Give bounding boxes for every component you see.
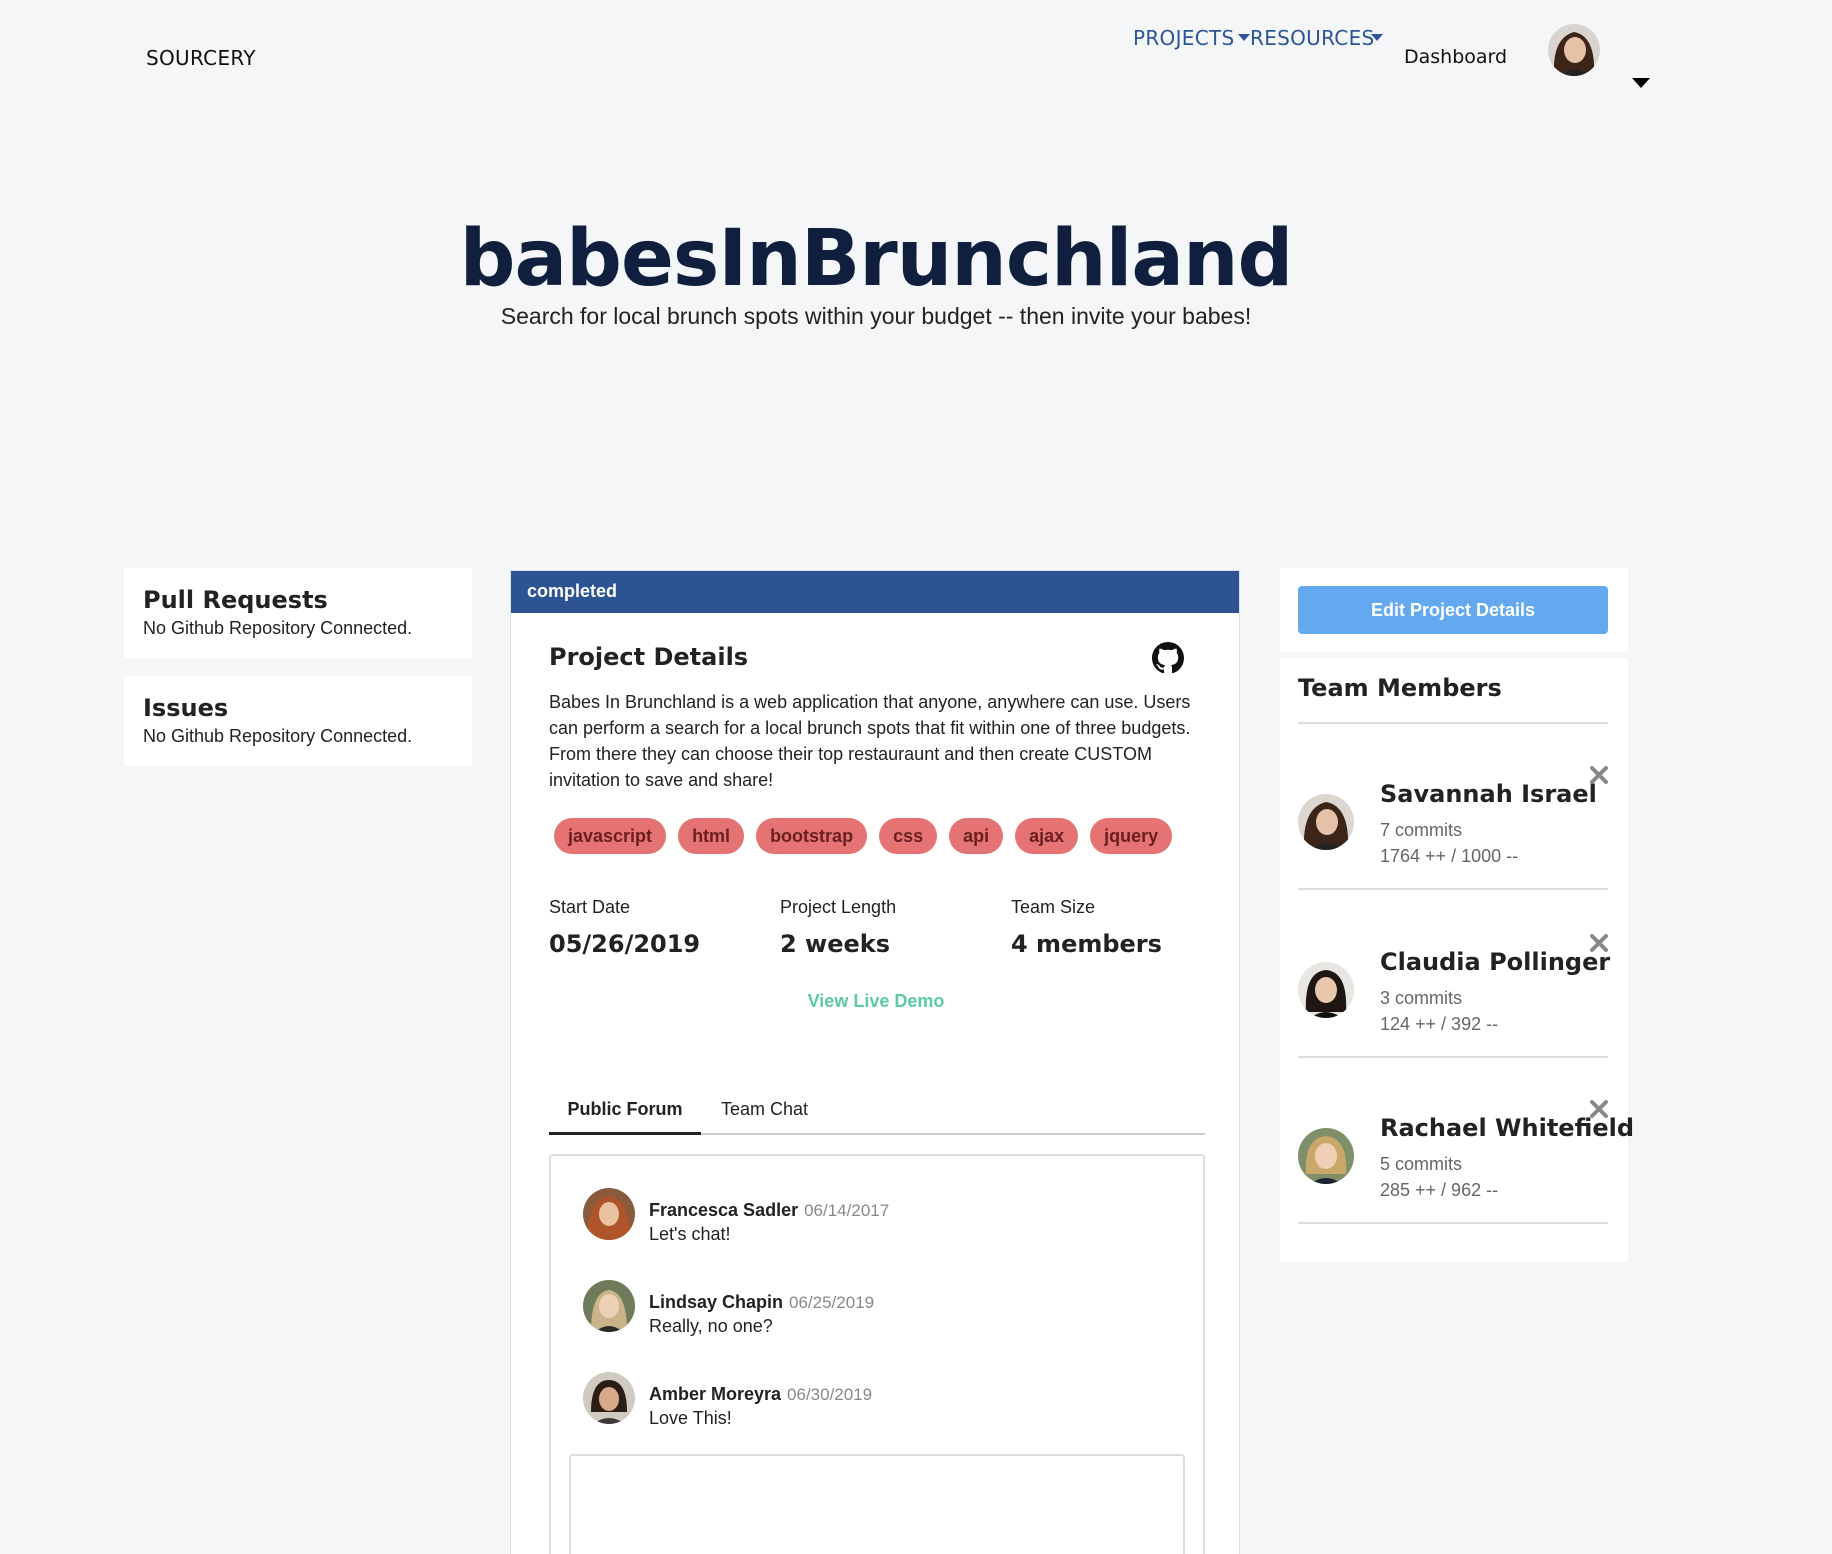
member-name: Claudia Pollinger [1380,948,1611,976]
avatar [1298,794,1354,850]
tech-tags: javascript html bootstrap css api ajax j… [554,818,1173,854]
avatar [583,1280,635,1332]
view-live-demo-link[interactable]: View Live Demo [511,991,1241,1012]
tag-html: html [678,818,745,854]
tab-team-chat[interactable]: Team Chat [721,1091,808,1135]
member-name: Savannah Israel [1380,780,1597,808]
brand-logo[interactable]: SOURCERY [146,46,256,70]
tag-api: api [949,818,1004,854]
divider [1298,722,1608,724]
message-date: 06/14/2017 [804,1201,890,1220]
tag-ajax: ajax [1015,818,1079,854]
user-avatar[interactable] [1548,24,1600,76]
avatar [583,1188,635,1240]
pull-requests-text: No Github Repository Connected. [143,618,413,638]
member-commits: 7 commits [1380,820,1463,840]
message-text: Love This! [649,1408,732,1428]
divider [1298,888,1608,890]
close-icon[interactable] [1588,932,1610,954]
tag-css: css [879,818,938,854]
project-length-label: Project Length [780,897,897,917]
team-member: Rachael Whitefield 5 commits 285 ++ / 96… [1298,1100,1634,1224]
message-text: Let's chat! [649,1224,731,1244]
caret-down-icon[interactable] [1238,34,1250,41]
tab-public-forum[interactable]: Public Forum [549,1091,701,1135]
issues-card: Issues No Github Repository Connected. [124,676,472,766]
edit-card: Edit Project Details [1280,568,1628,652]
nav-projects[interactable]: PROJECTS [1133,26,1235,50]
message-author: Francesca Sadler [649,1200,799,1220]
team-members-title: Team Members [1298,674,1502,702]
team-members-card: Team Members Savannah Israel 7 commits 1… [1280,658,1634,1262]
project-length-stat: Project Length 2 weeks [780,897,896,958]
issues-text: No Github Repository Connected. [143,726,413,746]
caret-down-icon[interactable] [1371,34,1383,41]
start-date-value: 05/26/2019 [549,930,701,958]
project-title: babesInBrunchland [459,214,1294,304]
close-icon[interactable] [1588,764,1610,786]
edit-project-details-button[interactable]: Edit Project Details [1298,586,1608,634]
team-size-label: Team Size [1011,897,1096,917]
divider [1298,1056,1608,1058]
close-icon[interactable] [1588,1098,1610,1120]
github-icon[interactable] [1152,642,1184,674]
pull-requests-card: Pull Requests No Github Repository Conne… [124,568,472,658]
avatar [583,1372,635,1424]
member-lines: 1764 ++ / 1000 -- [1380,846,1519,866]
start-date-stat: Start Date 05/26/2019 [549,897,700,958]
issues-title: Issues [143,694,229,722]
member-commits: 5 commits [1380,1154,1463,1174]
start-date-label: Start Date [549,897,631,917]
message-date: 06/25/2019 [789,1293,875,1312]
tag-javascript: javascript [554,818,667,854]
tag-jquery: jquery [1090,818,1173,854]
forum-tabs: Public Forum Team Chat [549,1091,1205,1135]
avatar [1298,1128,1354,1184]
nav-dashboard[interactable]: Dashboard [1404,46,1507,68]
reply-textarea[interactable] [569,1454,1185,1554]
team-member: Savannah Israel 7 commits 1764 ++ / 1000… [1298,766,1608,890]
user-menu-caret-icon[interactable] [1632,78,1650,88]
tag-bootstrap: bootstrap [756,818,868,854]
message-text: Really, no one? [649,1316,773,1336]
forum-panel: Francesca Sadler 06/14/2017 Let's chat! L… [549,1154,1205,1554]
team-member: Claudia Pollinger 3 commits 124 ++ / 392… [1298,934,1611,1058]
project-description: Babes In Brunchland is a web application… [549,692,1191,790]
project-details-title: Project Details [549,643,749,671]
team-size-stat: Team Size 4 members [1011,897,1162,958]
message-date: 06/30/2019 [787,1385,873,1404]
project-subtitle: Search for local brunch spots within you… [500,303,1252,329]
member-commits: 3 commits [1380,988,1463,1008]
member-lines: 285 ++ / 962 -- [1380,1180,1499,1200]
nav-resources[interactable]: RESOURCES [1250,26,1375,50]
divider [1298,1222,1608,1224]
message-author: Amber Moreyra [649,1384,782,1404]
message-author: Lindsay Chapin [649,1292,784,1312]
member-lines: 124 ++ / 392 -- [1380,1014,1499,1034]
team-size-value: 4 members [1011,930,1162,958]
status-badge: completed [511,571,1239,613]
project-length-value: 2 weeks [780,930,891,958]
project-card: completed Project Details Babes In Brunc… [510,570,1240,1554]
avatar [1298,962,1354,1018]
pull-requests-title: Pull Requests [143,586,328,614]
